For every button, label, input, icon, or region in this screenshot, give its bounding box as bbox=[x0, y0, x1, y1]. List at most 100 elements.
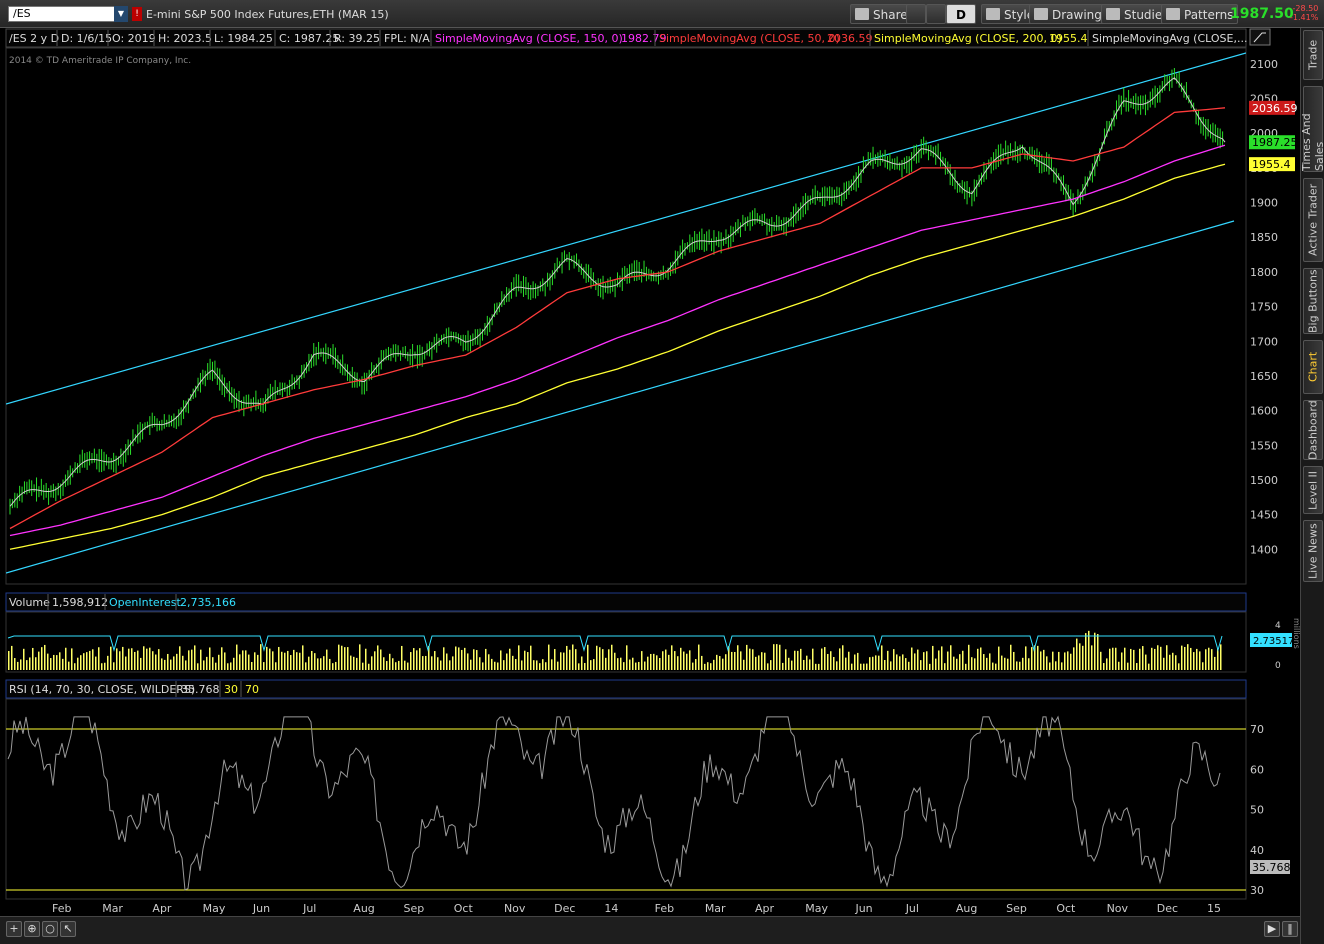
volume-bar bbox=[1037, 645, 1039, 670]
volume-bar bbox=[896, 654, 898, 670]
price-panel[interactable] bbox=[5, 47, 1247, 585]
side-tab-level-ii[interactable]: Level II bbox=[1303, 466, 1323, 514]
volume-bar bbox=[914, 653, 916, 670]
volume-bar bbox=[563, 652, 565, 670]
volume-bar bbox=[404, 660, 406, 670]
volume-bar bbox=[347, 647, 349, 670]
price-tick: 1900 bbox=[1250, 197, 1278, 210]
volume-bar bbox=[389, 653, 391, 670]
time-tick: Feb bbox=[655, 902, 674, 915]
sma50-label[interactable]: SimpleMovingAvg (CLOSE, 50, 0) bbox=[659, 32, 840, 45]
volume-bar bbox=[239, 654, 241, 670]
volume-bar bbox=[791, 660, 793, 670]
volume-bar bbox=[785, 649, 787, 670]
volume-bar bbox=[290, 655, 292, 670]
volume-bar bbox=[59, 652, 61, 670]
volume-bar bbox=[986, 657, 988, 670]
volume-bar bbox=[1013, 651, 1015, 670]
volume-bar bbox=[77, 657, 79, 670]
volume-bar bbox=[485, 648, 487, 670]
volume-bar bbox=[608, 649, 610, 670]
symbol-input[interactable]: /ES bbox=[8, 6, 128, 22]
volume-bar bbox=[1109, 648, 1111, 670]
volume-bar bbox=[524, 650, 526, 670]
volume-bar bbox=[401, 645, 403, 670]
link-icon[interactable] bbox=[906, 4, 926, 24]
volume-bar bbox=[359, 644, 361, 670]
volume-bar bbox=[74, 663, 76, 670]
volume-bar bbox=[218, 654, 220, 670]
volume-bar bbox=[779, 644, 781, 670]
time-tick: Oct bbox=[454, 902, 474, 915]
time-tick: Dec bbox=[554, 902, 575, 915]
volume-bar bbox=[89, 650, 91, 670]
volume-bar bbox=[443, 647, 445, 670]
volume-bar bbox=[794, 650, 796, 670]
volume-bar bbox=[461, 649, 463, 670]
volume-bar bbox=[197, 663, 199, 670]
volume-bar bbox=[1019, 661, 1021, 670]
side-tab-live-news[interactable]: Live News bbox=[1303, 520, 1323, 582]
volume-bar bbox=[962, 650, 964, 670]
side-tab-chart[interactable]: Chart bbox=[1303, 340, 1323, 394]
share-button[interactable]: Share bbox=[850, 4, 913, 24]
volume-bar bbox=[569, 649, 571, 670]
chart-canvas[interactable]: /ES 2 y D D: 1/6/15 O: 2019 H: 2023.5 L:… bbox=[0, 28, 1300, 916]
volume-bar bbox=[47, 653, 49, 670]
magnifier-icon[interactable]: ○ bbox=[42, 921, 58, 937]
symbol-dropdown-icon[interactable]: ▼ bbox=[114, 6, 128, 22]
zoom-in-icon[interactable]: + bbox=[6, 921, 22, 937]
volume-bar bbox=[851, 663, 853, 670]
crosshair-icon[interactable]: ⊕ bbox=[24, 921, 40, 937]
patterns-button[interactable]: Patterns bbox=[1161, 4, 1239, 24]
volume-bar bbox=[803, 659, 805, 670]
volume-bar bbox=[968, 644, 970, 670]
volume-bar bbox=[1106, 658, 1108, 670]
scroll-right-icon[interactable]: ▶ bbox=[1264, 921, 1280, 937]
price-axis-scale-icon[interactable] bbox=[1249, 28, 1271, 46]
volume-bar bbox=[836, 661, 838, 670]
volume-bar bbox=[92, 649, 94, 670]
volume-bar bbox=[707, 662, 709, 670]
volume-bar bbox=[692, 662, 694, 670]
side-tab-active-trader[interactable]: Active Trader bbox=[1303, 178, 1323, 262]
volume-bar bbox=[1160, 646, 1162, 670]
volume-bar bbox=[860, 663, 862, 670]
side-tab-times-and-sales[interactable]: Times And Sales bbox=[1300, 86, 1324, 172]
volume-bar bbox=[338, 644, 340, 670]
sma-extra-label[interactable]: SimpleMovingAvg (CLOSE,... bbox=[1092, 32, 1247, 45]
volume-bar bbox=[302, 645, 304, 670]
period-button[interactable]: D bbox=[946, 4, 976, 24]
volume-bar bbox=[575, 649, 577, 670]
open-interest-label[interactable]: OpenInterest bbox=[109, 596, 181, 609]
volume-bar bbox=[50, 658, 52, 670]
alert-flag-icon[interactable]: ! bbox=[132, 7, 142, 21]
volume-bar bbox=[902, 654, 904, 670]
volume-bar bbox=[866, 663, 868, 670]
side-tab-big-buttons[interactable]: Big Buttons bbox=[1303, 268, 1323, 334]
volume-bar bbox=[548, 644, 550, 670]
pointer-icon[interactable]: ↖ bbox=[60, 921, 76, 937]
volume-bar bbox=[770, 660, 772, 670]
net-change: -28.50 bbox=[1292, 4, 1319, 13]
volume-bar bbox=[1064, 652, 1066, 670]
volume-bar bbox=[431, 656, 433, 670]
volume-bar bbox=[1025, 646, 1027, 670]
pause-icon[interactable]: ‖ bbox=[1282, 921, 1298, 937]
volume-bar bbox=[1178, 663, 1180, 670]
volume-bar bbox=[1073, 647, 1075, 670]
volume-bar bbox=[368, 663, 370, 670]
settings-icon[interactable] bbox=[926, 4, 946, 24]
symbol-description: E-mini S&P 500 Index Futures,ETH (MAR 15… bbox=[146, 8, 389, 21]
volume-bar bbox=[356, 657, 358, 670]
sma150-label[interactable]: SimpleMovingAvg (CLOSE, 150, 0) bbox=[435, 32, 623, 45]
sma200-label[interactable]: SimpleMovingAvg (CLOSE, 200, 0) bbox=[874, 32, 1062, 45]
rsi-label[interactable]: RSI (14, 70, 30, CLOSE, WILDERS) bbox=[9, 683, 195, 696]
side-tab-dashboard[interactable]: Dashboard bbox=[1303, 400, 1323, 460]
rsi-value: 35.768 bbox=[181, 683, 220, 696]
volume-bar bbox=[602, 649, 604, 670]
volume-bar bbox=[299, 652, 301, 670]
side-tab-trade[interactable]: Trade bbox=[1303, 30, 1323, 80]
volume-bar bbox=[584, 662, 586, 670]
volume-bar bbox=[497, 662, 499, 670]
